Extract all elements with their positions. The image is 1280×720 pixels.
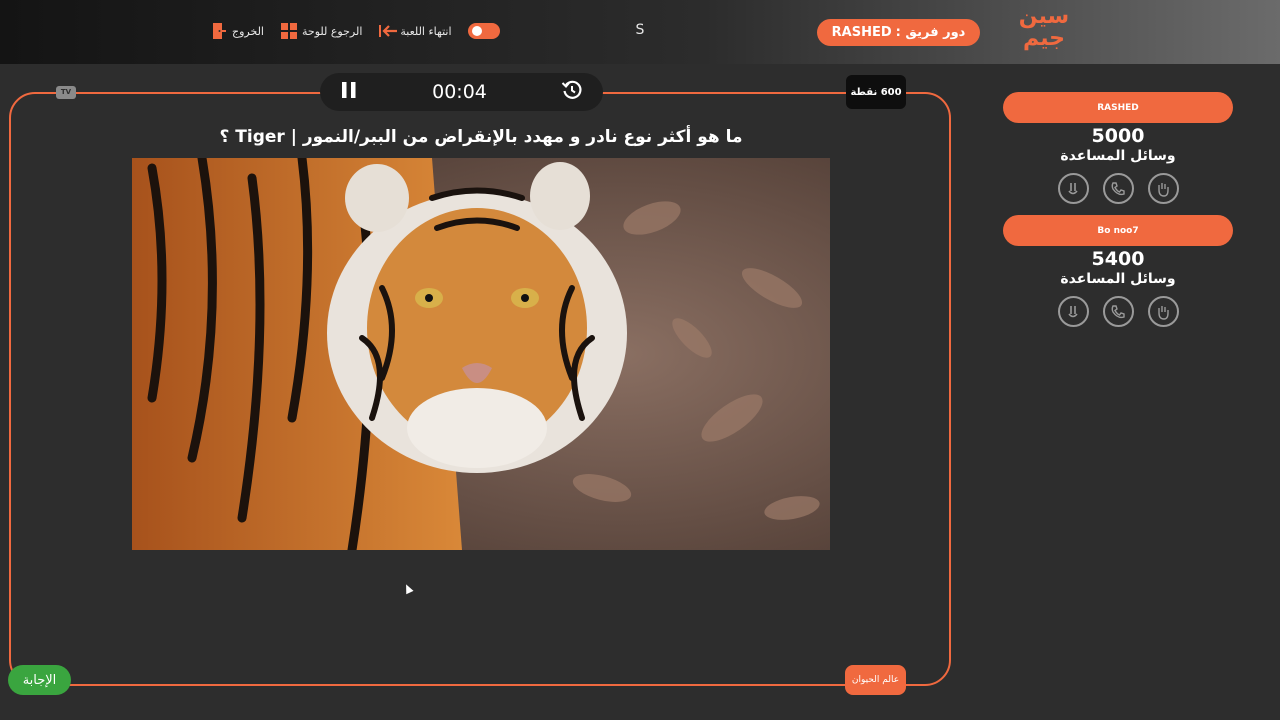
phone-icon[interactable] — [1102, 296, 1134, 327]
show-answer-button[interactable]: الإجابة — [8, 665, 71, 695]
game-toggle[interactable] — [467, 23, 500, 39]
pause-icon[interactable] — [340, 80, 358, 104]
team-name: Bo noo7 — [1003, 215, 1233, 246]
timer-bar: 00:04 — [320, 73, 603, 111]
team-aids-label: وسائل المساعدة — [1060, 148, 1176, 164]
reset-timer-icon[interactable] — [561, 79, 583, 105]
back-to-board-button[interactable]: الرجوع للوحة — [280, 22, 362, 40]
timer-display: 00:04 — [432, 81, 487, 103]
grid-icon — [280, 22, 298, 40]
hand-icon[interactable] — [1147, 296, 1179, 327]
category-badge: عالم الحيوان — [845, 665, 906, 695]
team-panel-2: Bo noo7 5400 وسائل المساعدة — [1003, 215, 1233, 327]
phone-icon[interactable] — [1102, 173, 1134, 204]
question-text: ما هو أكثر نوع نادر و مهدد بالإنقراض من … — [219, 127, 743, 147]
current-turn-badge: دور فريق : RASHED — [817, 19, 980, 46]
turn-team-name: RASHED — [831, 25, 892, 40]
end-game-button[interactable]: انتهاء اللعبة — [378, 22, 452, 40]
turn-prefix: دور فريق : — [895, 25, 966, 40]
team-score: 5400 — [1091, 248, 1145, 270]
team-panel-1: RASHED 5000 وسائل المساعدة — [1003, 92, 1233, 204]
team-score: 5000 — [1091, 125, 1145, 147]
exit-icon — [210, 22, 228, 40]
double-points-icon[interactable] — [1057, 173, 1089, 204]
top-bar: سين جيم دور فريق : RASHED S الخروج الرجو… — [0, 0, 1280, 64]
game-menu: الخروج الرجوع للوحة انتهاء اللعبة — [210, 22, 500, 40]
app-logo: سين جيم — [1018, 4, 1070, 51]
exit-button[interactable]: الخروج — [210, 22, 264, 40]
team-aids-label: وسائل المساعدة — [1060, 271, 1176, 287]
points-badge: 600 نقطة — [846, 75, 906, 109]
header-letter: S — [635, 22, 645, 38]
tv-mode-icon[interactable]: TV — [56, 86, 76, 99]
arrow-into-bar-icon — [378, 22, 398, 40]
exit-label: الخروج — [232, 24, 264, 38]
end-game-label: انتهاء اللعبة — [400, 24, 452, 38]
hand-icon[interactable] — [1147, 173, 1179, 204]
question-image-tiger — [132, 158, 830, 550]
back-to-board-label: الرجوع للوحة — [302, 24, 363, 38]
team-name: RASHED — [1003, 92, 1233, 123]
team-aids-row — [1003, 173, 1233, 204]
double-points-icon[interactable] — [1057, 296, 1089, 327]
team-aids-row — [1003, 296, 1233, 327]
